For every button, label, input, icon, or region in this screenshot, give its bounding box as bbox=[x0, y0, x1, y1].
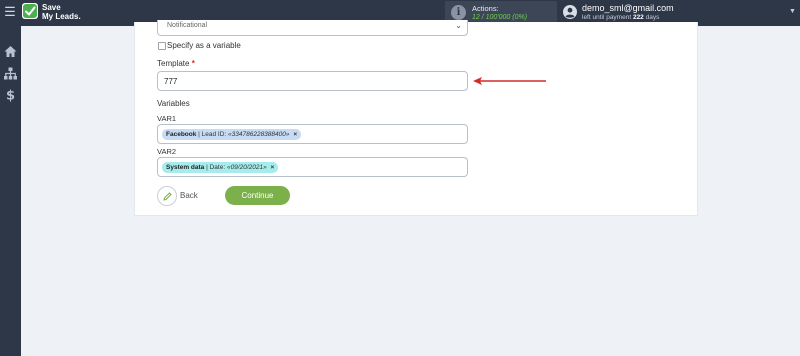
specify-variable-checkbox[interactable] bbox=[158, 42, 166, 50]
sidebar: $ bbox=[0, 26, 21, 356]
var2-input[interactable]: System data | Date: «09/20/2021» × bbox=[157, 157, 468, 177]
user-email[interactable]: demo_sml@gmail.com bbox=[582, 3, 674, 13]
notification-type-select[interactable]: Notificational ⌄ bbox=[157, 20, 468, 36]
sitemap-icon[interactable] bbox=[3, 66, 18, 81]
remove-tag-icon[interactable]: × bbox=[293, 131, 297, 138]
template-label: Template * bbox=[157, 59, 195, 68]
template-label-text: Template bbox=[157, 59, 190, 68]
logo-icon[interactable] bbox=[22, 3, 38, 19]
hamburger-menu-icon[interactable]: ☰ bbox=[3, 5, 17, 19]
var2-tag-source: System data bbox=[166, 164, 205, 171]
chevron-down-icon: ⌄ bbox=[455, 21, 462, 30]
var2-tag-field: | Date: bbox=[206, 164, 227, 171]
var2-tag-value: «09/20/2021» bbox=[226, 164, 267, 171]
logo-text[interactable]: Save My Leads. bbox=[42, 3, 102, 21]
continue-button[interactable]: Continue bbox=[225, 186, 290, 205]
payment-days: 222 bbox=[632, 14, 644, 21]
chevron-down-icon[interactable]: ▼ bbox=[789, 8, 796, 15]
logo-line-2: My Leads. bbox=[42, 12, 81, 21]
var2-tag: System data | Date: «09/20/2021» × bbox=[162, 162, 279, 173]
var1-tag-source: Facebook bbox=[166, 131, 197, 138]
var1-label: VAR1 bbox=[157, 114, 177, 123]
pointer-arrow bbox=[473, 77, 546, 85]
actions-label: Actions: bbox=[472, 4, 499, 13]
template-value: 777 bbox=[164, 77, 178, 86]
remove-tag-icon[interactable]: × bbox=[271, 164, 275, 171]
required-mark: * bbox=[191, 59, 195, 68]
dollar-icon[interactable]: $ bbox=[3, 87, 18, 103]
back-button[interactable] bbox=[157, 186, 177, 206]
var1-tag: Facebook | Lead ID: «334786228388400» × bbox=[162, 129, 302, 140]
back-label[interactable]: Back bbox=[180, 191, 198, 200]
info-icon: i bbox=[451, 5, 466, 20]
var1-tag-value: «334786228388400» bbox=[228, 131, 290, 138]
payment-status: left until payment 222 days bbox=[582, 14, 659, 21]
select-value: Notificational bbox=[167, 22, 208, 29]
var1-tag-field: | Lead ID: bbox=[198, 131, 229, 138]
payment-status-prefix: left until payment bbox=[582, 14, 632, 21]
variables-heading: Variables bbox=[157, 99, 190, 108]
specify-variable-label[interactable]: Specify as a variable bbox=[167, 41, 241, 50]
payment-status-suffix: days bbox=[645, 14, 660, 21]
logo-line-1: Save bbox=[42, 3, 61, 12]
var1-input[interactable]: Facebook | Lead ID: «334786228388400» × bbox=[157, 124, 468, 144]
actions-value: 12 / 100'000 (0%) bbox=[472, 14, 528, 21]
settings-card bbox=[134, 22, 698, 216]
template-input[interactable]: 777 bbox=[157, 71, 468, 91]
var2-label: VAR2 bbox=[157, 147, 177, 156]
svg-text:$: $ bbox=[6, 89, 15, 103]
pencil-icon bbox=[163, 192, 172, 201]
home-icon[interactable] bbox=[3, 44, 18, 59]
user-avatar-icon[interactable] bbox=[563, 5, 577, 19]
